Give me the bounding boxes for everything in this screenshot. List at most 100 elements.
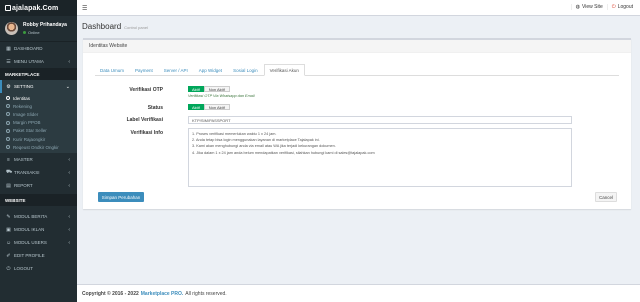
sidebar-item-label: MODUL USERS xyxy=(14,240,47,246)
hamburger-icon[interactable]: ☰ xyxy=(82,5,87,12)
identitas-box: Identitas Website Data Umum Payment Serv… xyxy=(83,38,631,209)
sidebar-subitem-margin-ppob[interactable]: Margin PPOB xyxy=(0,119,77,127)
sidebar-item-label: DASHBOARD xyxy=(14,46,43,51)
setting-submenu: Identitas Rekening Image Slider Margin P… xyxy=(0,93,77,154)
info-line: 4. Jika dalam 1 x 24 jam anda belum mend… xyxy=(192,150,375,155)
user-status-text: Online xyxy=(28,30,40,35)
label-verifikasi-input[interactable]: KTP/SIM/PASSPORT xyxy=(188,116,572,124)
pencil-icon: ✎ xyxy=(6,213,11,220)
sidebar-item-edit-profile[interactable]: ✐ EDIT PROFILE xyxy=(0,249,77,262)
label-verifikasi-label: Label Verifikasi xyxy=(126,117,163,123)
chevron-left-icon: ‹ xyxy=(68,226,70,233)
chevron-left-icon: ‹ xyxy=(68,213,70,220)
view-site-label: View Site xyxy=(581,4,603,10)
sidebar-item-label: TRANSAKSI xyxy=(14,170,40,176)
globe-icon: ◍ xyxy=(575,4,580,10)
sidebar-item-master[interactable]: ≡ MASTER ‹ xyxy=(0,153,77,166)
sidebar-header-marketplace: MARKETPLACE xyxy=(0,68,77,80)
sidebar-item-modul-users[interactable]: ☺ MODUL USERS ‹ xyxy=(0,236,77,249)
verifikasi-info-label: Verifikasi Info xyxy=(130,130,163,136)
status-label: Status xyxy=(147,105,163,111)
page-title: Dashboard xyxy=(82,22,122,31)
sidebar-subitem-label: Reqeust Ondkir Ongkir xyxy=(13,144,59,150)
status-nonaktif-button[interactable]: Non Aktif xyxy=(203,104,230,110)
circle-icon xyxy=(6,145,10,150)
tab-data-umum[interactable]: Data Umum xyxy=(95,64,129,76)
footer-copyright: Copyright © 2016 - 2022 xyxy=(82,290,139,297)
sidebar-subitem-label: Margin PPOB xyxy=(13,120,41,126)
sidebar-subitem-identitas[interactable]: Identitas xyxy=(0,94,77,102)
chevron-left-icon: ‹ xyxy=(68,182,70,189)
users-icon: ☺ xyxy=(6,239,12,246)
otp-help-text: Verifikasi OTP Via Whatsapp dan Email xyxy=(188,94,255,98)
chevron-left-icon: ‹ xyxy=(68,156,70,163)
sidebar-subitem-rekening[interactable]: Rekening xyxy=(0,102,77,110)
verifikasi-info-textarea[interactable]: 1. Proses verifikasi memerlukan waktu 1 … xyxy=(188,128,572,187)
logo-icon xyxy=(5,5,11,11)
logout-label: Logout xyxy=(617,4,633,10)
user-status: Online xyxy=(23,30,67,35)
chevron-left-icon: ‹ xyxy=(68,239,70,246)
sidebar-item-transaksi[interactable]: ⛟ TRANSAKSI ‹ xyxy=(0,166,77,179)
user-panel: Robby Prihandaya Online xyxy=(0,16,77,42)
sidebar-item-modul-iklan[interactable]: ▣ MODUL IKLAN ‹ xyxy=(0,223,77,236)
status-aktif-button[interactable]: Aktif xyxy=(188,104,204,110)
sidebar: ajalapak.Com Robby Prihandaya Online ▦ D… xyxy=(0,0,77,302)
sidebar-item-dashboard[interactable]: ▦ DASHBOARD xyxy=(0,42,77,55)
tab-payment[interactable]: Payment xyxy=(130,64,158,76)
tab-app-widget[interactable]: App Widget xyxy=(194,64,227,76)
footer-rights: All rights reserved. xyxy=(185,290,227,297)
footer-brand-link[interactable]: Marketplace PRO. xyxy=(141,291,184,297)
list-icon: ≡ xyxy=(7,156,10,163)
sidebar-item-setting[interactable]: ⚙ SETTING ⌄ xyxy=(0,80,77,93)
sidebar-item-label: EDIT PROFILE xyxy=(14,253,45,259)
otp-aktif-button[interactable]: Aktif xyxy=(188,86,204,92)
tab-verifikasi-akun[interactable]: Verifikasi Akun xyxy=(263,64,305,76)
sidebar-header-website: WEBSITE xyxy=(0,194,77,207)
sidebar-subitem-label: Kurir Rajaongkir xyxy=(13,136,46,142)
sidebar-item-label: MASTER xyxy=(14,157,33,163)
gear-icon: ⚙ xyxy=(6,83,11,90)
user-name: Robby Prihandaya xyxy=(23,22,67,28)
tab-sosial-login[interactable]: Sosial Login xyxy=(228,64,263,76)
sidebar-item-label: MODUL IKLAN xyxy=(14,227,45,233)
status-toggle: Aktif Non Aktif xyxy=(188,104,230,110)
sidebar-item-label: MENU UTAMA xyxy=(14,59,44,64)
sidebar-item-label: REPORT xyxy=(14,183,33,189)
chevron-left-icon: ‹ xyxy=(68,58,70,65)
content-header: Dashboard Control panel xyxy=(82,22,148,31)
file-icon: ▤ xyxy=(6,182,11,189)
otp-nonaktif-button[interactable]: Non Aktif xyxy=(203,86,230,92)
sidebar-item-label: MODUL BERITA xyxy=(14,214,48,220)
chevron-left-icon: ‹ xyxy=(68,169,70,176)
sidebar-item-report[interactable]: ▤ REPORT ‹ xyxy=(0,179,77,192)
view-site-link[interactable]: ◍ View Site xyxy=(570,4,607,10)
sidebar-item-logout[interactable]: ⏻ LOGOUT xyxy=(0,262,77,275)
logout-link[interactable]: ⏻ Logout xyxy=(606,4,637,10)
edit-icon: ✐ xyxy=(6,252,11,259)
sidebar-subitem-label: Identitas xyxy=(13,95,31,101)
tab-server-api[interactable]: Server / API xyxy=(159,64,193,76)
cart-icon: ⛟ xyxy=(6,169,13,176)
sidebar-subitem-image-slider[interactable]: Image Slider xyxy=(0,110,77,118)
circle-icon xyxy=(6,112,10,117)
circle-icon xyxy=(6,128,10,133)
cancel-button[interactable]: Cancel xyxy=(595,192,617,202)
sidebar-subitem-label: Image Slider xyxy=(13,111,39,117)
sidebar-item-modul-berita[interactable]: ✎ MODUL BERITA ‹ xyxy=(0,210,77,223)
power-icon: ⏻ xyxy=(6,265,11,272)
topbar-right: ◍ View Site ⏻ Logout xyxy=(570,4,637,10)
box-title: Identitas Website xyxy=(83,40,631,53)
circle-icon xyxy=(6,104,10,109)
footer: Copyright © 2016 - 2022 Marketplace PRO.… xyxy=(77,284,640,302)
save-button[interactable]: Simpan Perubahan xyxy=(98,192,144,202)
sidebar-subitem-label: Paket Star Seller xyxy=(13,128,47,134)
sidebar-subitem-kurir-rajaongkir[interactable]: Kurir Rajaongkir xyxy=(0,135,77,143)
menu-icon: ☰ xyxy=(6,58,11,65)
sidebar-item-menu-utama[interactable]: ☰ MENU UTAMA ‹ xyxy=(0,55,77,68)
tab-bar: Data Umum Payment Server / API App Widge… xyxy=(95,64,619,76)
sidebar-subitem-request-ongkir[interactable]: Reqeust Ondkir Ongkir xyxy=(0,143,77,151)
topbar: ☰ ◍ View Site ⏻ Logout xyxy=(77,0,640,16)
brand-logo[interactable]: ajalapak.Com xyxy=(0,0,77,16)
sidebar-subitem-paket-star-seller[interactable]: Paket Star Seller xyxy=(0,127,77,135)
